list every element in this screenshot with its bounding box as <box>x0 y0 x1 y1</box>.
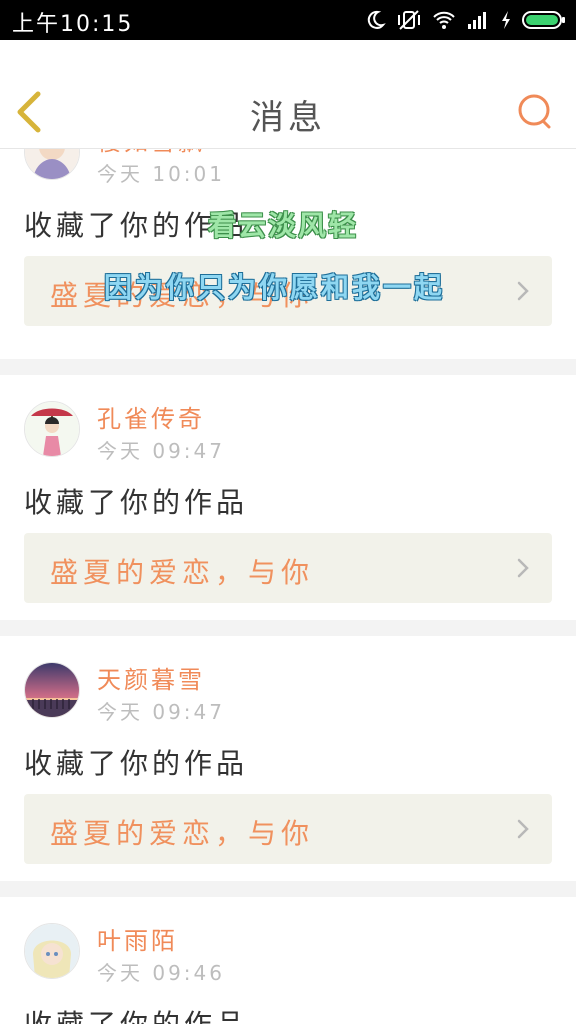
message-card: 樱如雪飘 今天 10:01 收藏了你的作品 盛夏的爱恋，与你 <box>0 149 576 359</box>
charging-icon <box>500 10 512 30</box>
work-link[interactable]: 盛夏的爱恋，与你 <box>24 533 552 603</box>
username[interactable]: 孔雀传奇 <box>97 399 205 434</box>
work-title: 盛夏的爱恋，与你 <box>50 817 315 850</box>
avatar[interactable] <box>24 149 80 180</box>
battery-icon <box>522 9 566 31</box>
avatar[interactable] <box>24 401 80 457</box>
search-icon <box>518 94 551 129</box>
work-link[interactable]: 盛夏的爱恋，与你 <box>24 794 552 864</box>
message-card: 孔雀传奇 今天 09:47 收藏了你的作品 盛夏的爱恋，与你 <box>0 375 576 620</box>
overlay-text-1: 看云淡风轻 <box>208 209 359 242</box>
avatar[interactable] <box>24 923 80 979</box>
username[interactable]: 叶雨陌 <box>97 921 178 956</box>
status-icons <box>364 7 566 33</box>
chevron-right-icon <box>517 281 529 301</box>
action-text: 收藏了你的作品 <box>24 486 249 519</box>
search-button[interactable] <box>516 92 556 132</box>
chevron-right-icon <box>517 558 529 578</box>
moon-icon <box>364 9 386 31</box>
timestamp: 今天 10:01 <box>97 162 225 186</box>
chevron-right-icon <box>517 819 529 839</box>
username[interactable]: 天颜暮雪 <box>97 660 205 695</box>
signal-icon <box>466 10 490 30</box>
avatar[interactable] <box>24 662 80 718</box>
username[interactable]: 樱如雪飘 <box>97 149 205 157</box>
message-card: 叶雨陌 今天 09:46 收藏了你的作品 <box>0 897 576 1024</box>
timestamp: 今天 09:47 <box>97 700 225 724</box>
message-card: 天颜暮雪 今天 09:47 收藏了你的作品 盛夏的爱恋，与你 <box>0 636 576 881</box>
overlay-text-2: 因为你只为你愿和我一起 <box>104 271 446 304</box>
navigation-bar: 消息 <box>0 40 576 149</box>
page-title: 消息 <box>250 98 326 138</box>
status-time: 上午10:15 <box>12 12 134 37</box>
status-bar: 上午10:15 <box>0 0 576 40</box>
action-text: 收藏了你的作品 <box>24 1003 248 1024</box>
work-title: 盛夏的爱恋，与你 <box>50 556 315 589</box>
timestamp: 今天 09:47 <box>97 439 225 463</box>
timestamp: 今天 09:46 <box>97 961 225 985</box>
wifi-icon <box>432 10 456 30</box>
vibrate-off-icon <box>396 9 422 31</box>
action-text: 收藏了你的作品 <box>24 747 249 780</box>
